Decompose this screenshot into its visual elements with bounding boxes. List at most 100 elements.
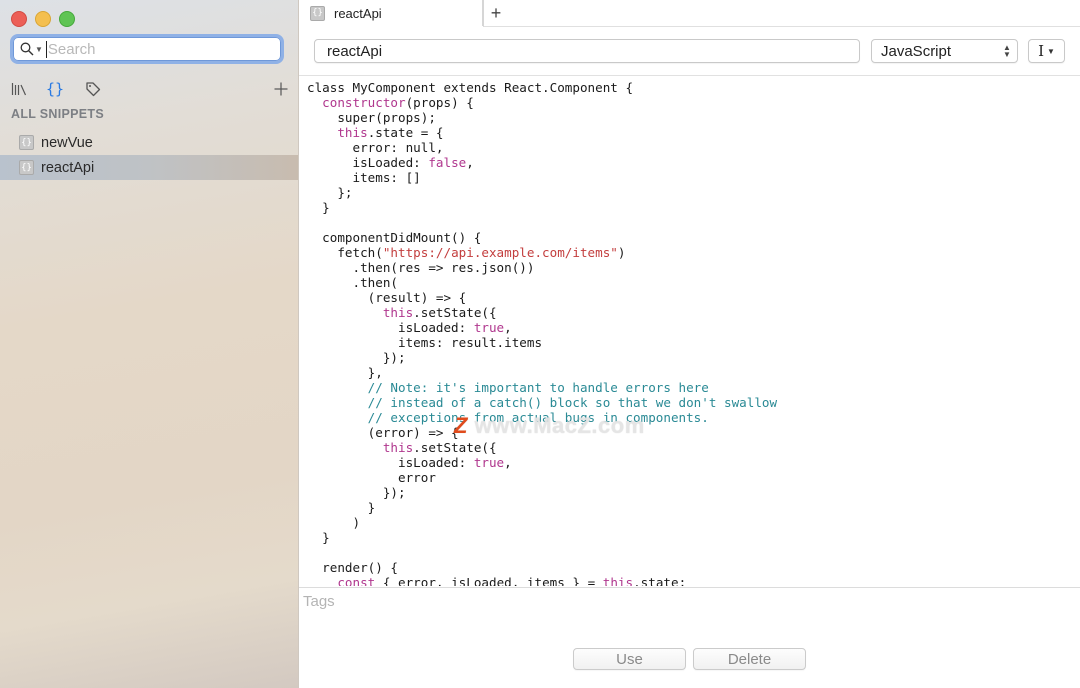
code-line: class MyComponent extends React.Componen…	[307, 80, 1077, 95]
tags-input[interactable]	[303, 593, 1063, 610]
code-line: .then(res => res.json())	[307, 260, 1077, 275]
search-input[interactable]	[45, 40, 268, 58]
braces-icon[interactable]: {}	[46, 80, 64, 98]
code-text: isLoaded:	[307, 320, 474, 335]
code-line: fetch("https://api.example.com/items")	[307, 245, 1077, 260]
search-field[interactable]: ▼	[13, 37, 281, 61]
library-icon[interactable]	[10, 80, 28, 98]
code-line: }	[307, 200, 1077, 215]
tab-bar: {} reactApi +	[299, 0, 1080, 27]
delete-button[interactable]: Delete	[693, 648, 806, 670]
plus-icon	[274, 82, 288, 96]
code-line: const { error, isLoaded, items } = this.…	[307, 575, 1077, 586]
code-keyword: this	[602, 575, 634, 586]
code-text: ,	[466, 155, 474, 170]
tab-label: reactApi	[334, 5, 382, 21]
updown-chevron-icon: ▲ ▼	[1003, 43, 1011, 59]
code-line: this.setState({	[307, 440, 1077, 455]
code-text: isLoaded:	[307, 155, 429, 170]
code-keyword: this	[382, 305, 414, 320]
code-text: { error, isLoaded, items } =	[375, 575, 603, 586]
code-line: // exceptions from actual bugs in compon…	[307, 410, 1077, 425]
code-line: };	[307, 185, 1077, 200]
add-snippet-button[interactable]	[272, 80, 290, 98]
code-text: (error) => {	[307, 425, 459, 440]
code-text: error: null,	[307, 140, 444, 155]
snippet-icon: {}	[310, 5, 325, 21]
code-line: error	[307, 470, 1077, 485]
tag-icon[interactable]	[84, 80, 102, 98]
code-line: (error) => {	[307, 425, 1077, 440]
code-text: )	[307, 515, 361, 530]
code-text: (props) {	[405, 95, 474, 110]
code-string: "https://api.example.com/items"	[382, 245, 618, 260]
minimize-window-button[interactable]	[35, 11, 51, 27]
code-line: isLoaded: false,	[307, 155, 1077, 170]
snippet-title-field[interactable]	[314, 39, 860, 63]
footer: Use Delete	[299, 632, 1080, 688]
code-line: (result) => {	[307, 290, 1077, 305]
sidebar: ▼ {} ALL SNIPPETS {	[0, 0, 299, 688]
snippet-title-input[interactable]	[327, 42, 827, 60]
snippet-item-reactapi[interactable]: {} reactApi	[0, 155, 298, 180]
code-text: items: []	[307, 170, 421, 185]
divider	[299, 75, 1080, 76]
snippet-icon: {}	[19, 160, 34, 175]
code-line: this.state = {	[307, 125, 1077, 140]
code-line: super(props);	[307, 110, 1077, 125]
code-text: }	[307, 200, 330, 215]
code-text: (result) => {	[307, 290, 467, 305]
code-keyword: false	[428, 155, 467, 170]
code-editor[interactable]: class MyComponent extends React.Componen…	[307, 80, 1077, 586]
code-line: render() {	[307, 560, 1077, 575]
code-line: isLoaded: true,	[307, 320, 1077, 335]
snippet-item-newvue[interactable]: {} newVue	[0, 130, 298, 155]
use-button[interactable]: Use	[573, 648, 686, 670]
add-tab-button[interactable]: +	[486, 2, 506, 24]
zoom-window-button[interactable]	[59, 11, 75, 27]
code-line: isLoaded: true,	[307, 455, 1077, 470]
code-line: this.setState({	[307, 305, 1077, 320]
code-keyword: constructor	[322, 95, 406, 110]
search-icon[interactable]	[20, 42, 34, 56]
code-text: .state = {	[367, 125, 444, 140]
code-line: items: []	[307, 170, 1077, 185]
language-select[interactable]: JavaScript ▲ ▼	[871, 39, 1018, 63]
code-keyword: this	[337, 125, 368, 140]
code-line: )	[307, 515, 1077, 530]
main-panel: {} reactApi + JavaScript ▲▼ I ▼ class My…	[299, 0, 1080, 688]
code-line: },	[307, 365, 1077, 380]
code-line: items: result.items	[307, 335, 1077, 350]
code-content[interactable]: class MyComponent extends React.Componen…	[307, 80, 1077, 586]
code-line: // Note: it's important to handle errors…	[307, 380, 1077, 395]
snippet-label: reactApi	[41, 159, 95, 176]
code-text: }	[307, 530, 330, 545]
chevron-down-icon: ▼	[1047, 46, 1055, 56]
tab-reactapi[interactable]: {} reactApi	[299, 0, 483, 26]
code-line: error: null,	[307, 140, 1077, 155]
code-line: });	[307, 485, 1077, 500]
code-line: }	[307, 500, 1077, 515]
code-text: });	[307, 485, 406, 500]
code-text: items: result.items	[307, 335, 543, 350]
code-keyword: const	[337, 575, 376, 586]
code-text: class MyComponent extends React.Componen…	[307, 80, 634, 95]
search-options-chevron-icon[interactable]: ▼	[35, 45, 43, 54]
code-line: // instead of a catch() block so that we…	[307, 395, 1077, 410]
code-keyword: true	[473, 455, 505, 470]
code-text: render() {	[307, 560, 398, 575]
code-text: .setState({	[413, 440, 497, 455]
code-keyword: true	[473, 320, 505, 335]
close-window-button[interactable]	[11, 11, 27, 27]
cursor-menu-button[interactable]: I ▼	[1028, 39, 1065, 63]
code-line: });	[307, 350, 1077, 365]
code-text: fetch(	[307, 245, 383, 260]
code-text: super(props);	[307, 110, 436, 125]
plus-icon: +	[490, 2, 502, 23]
code-line: componentDidMount() {	[307, 230, 1077, 245]
tags-field[interactable]	[299, 587, 1080, 633]
